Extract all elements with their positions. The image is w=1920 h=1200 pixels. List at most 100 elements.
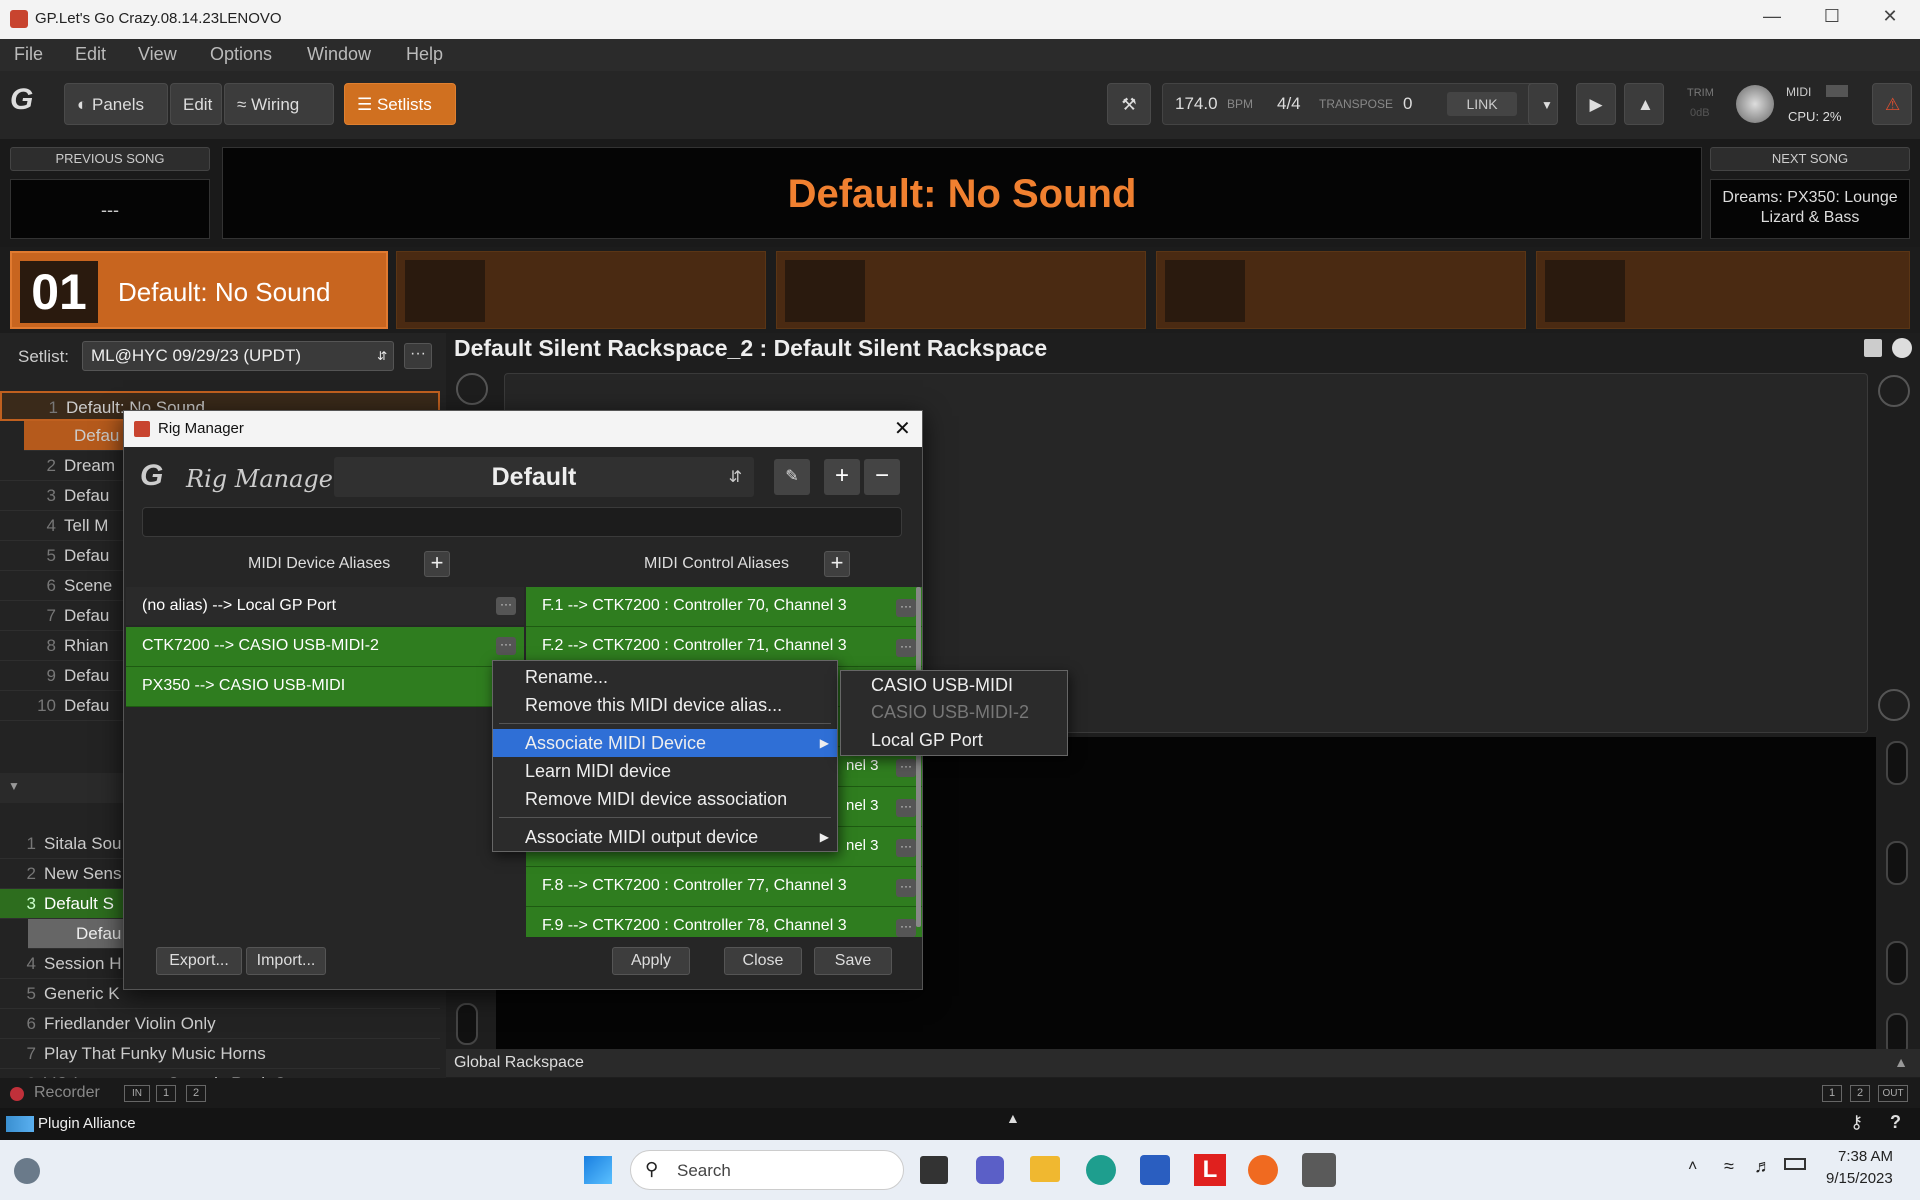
- song-tile-4[interactable]: [1156, 251, 1526, 329]
- save-button[interactable]: Save: [814, 947, 892, 975]
- output-2[interactable]: 2: [1850, 1085, 1870, 1102]
- chevron-up-icon[interactable]: ▲: [1894, 1054, 1908, 1070]
- play-button[interactable]: ▶: [1576, 83, 1616, 125]
- clock-time[interactable]: 7:38 AM: [1838, 1148, 1893, 1165]
- rig-description-field[interactable]: [142, 507, 902, 537]
- list-item[interactable]: F.8 --> CTK7200 : Controller 77, Channel…: [526, 867, 922, 907]
- maximize-icon[interactable]: ☐: [1812, 6, 1852, 32]
- close-button[interactable]: Close: [724, 947, 802, 975]
- output-1[interactable]: 1: [1822, 1085, 1842, 1102]
- lenovo-icon[interactable]: L: [1194, 1154, 1226, 1186]
- submenu-item-casio-usb-midi[interactable]: CASIO USB-MIDI: [841, 671, 1067, 699]
- chevron-up-icon[interactable]: ˄: [1688, 1158, 1697, 1176]
- minimize-icon[interactable]: —: [1752, 6, 1792, 32]
- list-item[interactable]: 7 Play That Funky Music Horns: [0, 1039, 440, 1069]
- add-control-alias-button[interactable]: +: [824, 551, 850, 577]
- apply-button[interactable]: Apply: [612, 947, 690, 975]
- panels-button[interactable]: ◐ Panels: [64, 83, 168, 125]
- remove-rig-button[interactable]: −: [864, 459, 900, 495]
- more-icon[interactable]: ···: [496, 637, 516, 655]
- song-tile-5[interactable]: [1536, 251, 1910, 329]
- active-song-tile[interactable]: 01 Default: No Sound: [10, 251, 388, 329]
- file-explorer-icon[interactable]: [1030, 1156, 1060, 1182]
- clock-date[interactable]: 9/15/2023: [1826, 1170, 1893, 1187]
- trim-knob[interactable]: [1736, 85, 1774, 123]
- edit-button[interactable]: Edit: [170, 83, 222, 125]
- chat-icon[interactable]: [976, 1156, 1004, 1184]
- menu-window[interactable]: Window: [307, 44, 371, 65]
- wrench-button[interactable]: ⚒: [1107, 83, 1151, 125]
- more-icon[interactable]: ···: [896, 839, 916, 857]
- more-icon[interactable]: ···: [896, 599, 916, 617]
- more-icon[interactable]: ···: [896, 879, 916, 897]
- help-icon[interactable]: ?: [1890, 1112, 1901, 1133]
- plugin-alliance-label[interactable]: Plugin Alliance: [38, 1115, 136, 1132]
- edge-icon[interactable]: [1086, 1155, 1116, 1185]
- menu-options[interactable]: Options: [210, 44, 272, 65]
- battery-icon[interactable]: [1784, 1158, 1806, 1170]
- song-tile-3[interactable]: [776, 251, 1146, 329]
- firefox-icon[interactable]: [1248, 1155, 1278, 1185]
- menu-edit[interactable]: Edit: [75, 44, 106, 65]
- chevron-up-icon[interactable]: ▲: [1006, 1110, 1020, 1126]
- song-tile-2[interactable]: [396, 251, 766, 329]
- store-icon[interactable]: [1140, 1155, 1170, 1185]
- bpm-value[interactable]: 174.0: [1175, 94, 1218, 114]
- widgets-icon[interactable]: [14, 1158, 40, 1184]
- menu-view[interactable]: View: [138, 44, 177, 65]
- metronome-button[interactable]: ▲: [1624, 83, 1664, 125]
- list-item[interactable]: CTK7200 --> CASIO USB-MIDI-2: [126, 627, 524, 667]
- list-item[interactable]: F.1 --> CTK7200 : Controller 70, Channel…: [526, 587, 922, 627]
- edit-rig-button[interactable]: ✎: [774, 459, 810, 495]
- task-view-icon[interactable]: [920, 1156, 948, 1184]
- more-icon[interactable]: ···: [496, 597, 516, 615]
- wifi-icon[interactable]: ≈: [1724, 1156, 1734, 1177]
- menu-file[interactable]: File: [14, 44, 43, 65]
- previous-song[interactable]: ---: [10, 179, 210, 239]
- list-item[interactable]: 6 Friedlander Violin Only: [0, 1009, 440, 1039]
- recorder-track-1[interactable]: 1: [156, 1085, 176, 1102]
- menu-item-associate-device[interactable]: Associate MIDI Device ▶: [493, 729, 837, 757]
- menu-help[interactable]: Help: [406, 44, 443, 65]
- submenu-item-local-gp-port[interactable]: Local GP Port: [841, 726, 1067, 754]
- wiring-button[interactable]: ≈ Wiring: [224, 83, 334, 125]
- menu-item-remove-alias[interactable]: Remove this MIDI device alias...: [493, 691, 837, 719]
- scrollbar[interactable]: [916, 587, 921, 927]
- list-item[interactable]: (no alias) --> Local GP Port: [126, 587, 524, 625]
- setlists-button[interactable]: ☰ Setlists: [344, 83, 456, 125]
- more-icon[interactable]: ···: [896, 799, 916, 817]
- transpose-value[interactable]: 0: [1403, 94, 1412, 114]
- next-song[interactable]: Dreams: PX350: Lounge Lizard & Bass: [1710, 179, 1910, 239]
- menu-item-associate-output[interactable]: Associate MIDI output device ▶: [493, 823, 837, 851]
- global-rackspace-bar[interactable]: Global Rackspace ▲: [446, 1049, 1920, 1077]
- close-icon[interactable]: ✕: [1870, 6, 1910, 32]
- add-device-alias-button[interactable]: +: [424, 551, 450, 577]
- setlist-select[interactable]: ML@HYC 09/29/23 (UPDT) ⇵: [82, 341, 394, 371]
- menu-item-remove-association[interactable]: Remove MIDI device association: [493, 785, 837, 813]
- more-icon[interactable]: ···: [896, 759, 916, 777]
- taskbar-search[interactable]: ⚲ Search: [630, 1150, 904, 1190]
- panic-button[interactable]: ⚠: [1872, 83, 1912, 125]
- link-button[interactable]: LINK: [1447, 92, 1517, 116]
- save-icon[interactable]: [1864, 339, 1882, 357]
- list-item[interactable]: PX350 --> CASIO USB-MIDI: [126, 667, 524, 707]
- add-rig-button[interactable]: +: [824, 459, 860, 495]
- import-button[interactable]: Import...: [246, 947, 326, 975]
- list-item[interactable]: F.9 --> CTK7200 : Controller 78, Channel…: [526, 907, 922, 937]
- export-button[interactable]: Export...: [156, 947, 242, 975]
- menu-item-rename[interactable]: Rename...: [493, 663, 837, 691]
- volume-icon[interactable]: ♬: [1754, 1156, 1772, 1177]
- more-icon[interactable]: ···: [896, 639, 916, 657]
- menu-item-learn-device[interactable]: Learn MIDI device: [493, 757, 837, 785]
- recorder-track-2[interactable]: 2: [186, 1085, 206, 1102]
- close-icon[interactable]: ✕: [894, 416, 911, 441]
- output-out[interactable]: OUT: [1878, 1085, 1908, 1102]
- key-icon[interactable]: ⚷: [1850, 1112, 1863, 1133]
- start-icon[interactable]: [584, 1156, 612, 1184]
- gig-performer-icon[interactable]: [1302, 1153, 1336, 1187]
- tempo-dropdown[interactable]: ▼: [1528, 83, 1558, 125]
- record-icon[interactable]: [10, 1087, 24, 1101]
- recorder-in[interactable]: IN: [124, 1085, 150, 1102]
- more-icon[interactable]: ···: [896, 919, 916, 937]
- rig-select[interactable]: Default ⇵: [334, 457, 754, 497]
